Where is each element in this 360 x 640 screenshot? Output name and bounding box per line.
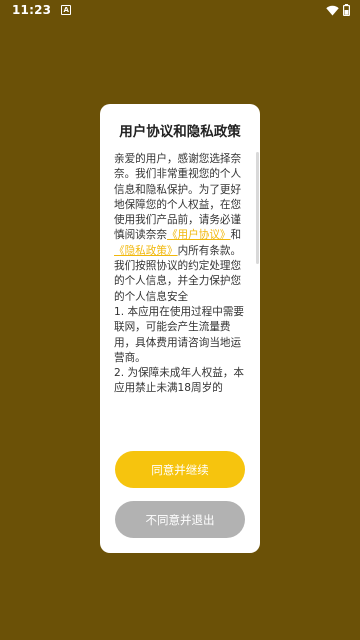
disagree-exit-button[interactable]: 不同意并退出: [115, 501, 245, 538]
dialog-body[interactable]: 亲爱的用户，感谢您选择奈奈。我们非常重视您的个人信息和隐私保护。为了更好地保障您…: [114, 152, 244, 478]
status-left: 11:23 A: [12, 3, 72, 17]
battery-icon: [343, 4, 350, 16]
status-bar: 11:23 A: [0, 0, 360, 20]
status-time: 11:23: [12, 3, 52, 17]
notice-item-1: 1. 本应用在使用过程中需要联网，可能会产生流量费用，具体费用请咨询当地运营商。: [114, 305, 244, 364]
user-agreement-link[interactable]: 《用户协议》: [167, 229, 231, 241]
agree-continue-button[interactable]: 同意并继续: [115, 451, 245, 488]
status-right: [326, 4, 350, 16]
wifi-icon: [326, 5, 339, 15]
notice-item-2: 2. 为保障未成年人权益，本应用禁止未满18周岁的: [114, 367, 244, 395]
dialog-scrollbar[interactable]: [256, 152, 259, 264]
agreement-paragraph: 亲爱的用户，感谢您选择奈奈。我们非常重视您的个人信息和隐私保护。为了更好地保障您…: [114, 152, 244, 305]
and-text: 和: [230, 229, 242, 242]
privacy-dialog: 用户协议和隐私政策 亲爱的用户，感谢您选择奈奈。我们非常重视您的个人信息和隐私保…: [100, 104, 260, 553]
a-icon: A: [61, 5, 72, 15]
dialog-title: 用户协议和隐私政策: [119, 124, 241, 140]
privacy-policy-link[interactable]: 《隐私政策》: [114, 245, 178, 257]
